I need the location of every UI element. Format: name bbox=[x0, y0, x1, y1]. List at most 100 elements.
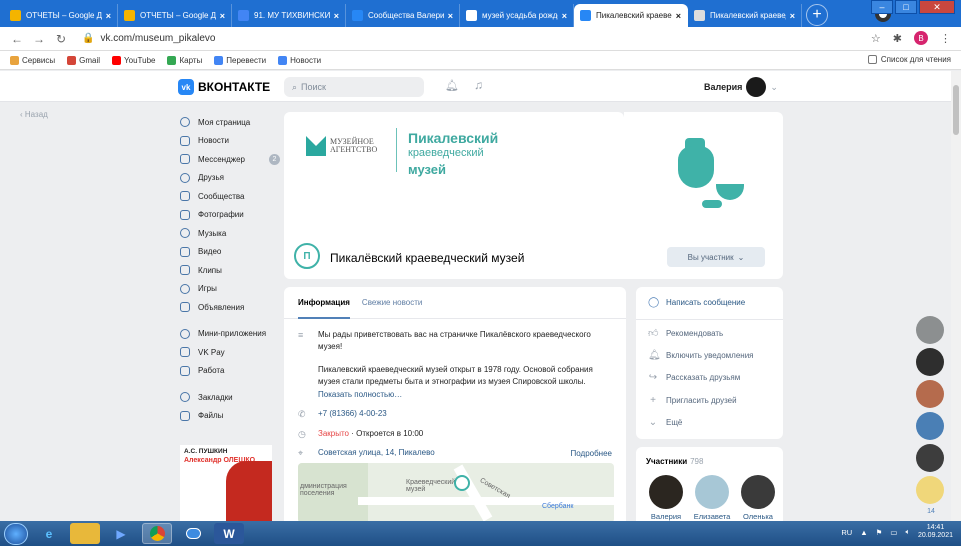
chat-avatar[interactable] bbox=[916, 348, 944, 376]
promo-banner[interactable]: А.С. ПУШКИН Александр ОЛЕШКО bbox=[180, 445, 272, 521]
chevron-down-icon: ⌄ bbox=[648, 417, 658, 428]
url-field[interactable]: 🔒 vk.com/museum_pikalevo bbox=[82, 33, 216, 44]
close-icon[interactable]: × bbox=[334, 11, 339, 21]
member-item[interactable]: Елизавета bbox=[690, 475, 734, 521]
reading-list-button[interactable]: Список для чтения bbox=[867, 55, 951, 64]
sidebar-item-apps[interactable]: Мини-приложения bbox=[180, 325, 280, 344]
bell-icon[interactable]: 🔔︎ bbox=[445, 79, 459, 92]
new-tab-button[interactable]: + bbox=[806, 4, 828, 26]
browser-tab[interactable]: ОТЧЕТЫ – Google Диск × bbox=[4, 4, 118, 27]
word-icon[interactable]: W bbox=[214, 523, 244, 544]
member-button[interactable]: Вы участник ⌄ bbox=[667, 247, 765, 267]
menu-kebab-icon[interactable]: ⋮ bbox=[940, 32, 951, 45]
maximize-button[interactable]: □ bbox=[895, 0, 917, 14]
action-share[interactable]: ↪ Рассказать друзьям bbox=[648, 372, 740, 383]
bookmark-item[interactable]: Сервисы bbox=[10, 55, 55, 65]
chat-avatar[interactable] bbox=[916, 380, 944, 408]
bookmark-item[interactable]: Перевести bbox=[214, 55, 266, 65]
bookmark-item[interactable]: Новости bbox=[278, 55, 321, 65]
tray-arrow-icon[interactable]: ▲ bbox=[860, 528, 867, 537]
group-avatar[interactable]: П bbox=[294, 243, 320, 269]
profile-avatar[interactable]: В bbox=[914, 31, 928, 45]
member-item[interactable]: Валерия bbox=[644, 475, 688, 521]
browser-tab[interactable]: музей усадьба рожде × bbox=[460, 4, 574, 27]
sidebar-item-music[interactable]: Музыка bbox=[180, 224, 280, 243]
sidebar-item-games[interactable]: Игры bbox=[180, 280, 280, 299]
page-scrollbar[interactable] bbox=[951, 71, 961, 521]
sidebar-item-star[interactable]: Закладки bbox=[180, 388, 280, 407]
volume-icon[interactable]: 🔈︎ bbox=[905, 527, 910, 537]
browser-tab[interactable]: Сообщества Валерии × bbox=[346, 4, 460, 27]
network-icon[interactable]: ▭ bbox=[890, 528, 897, 537]
tab-news[interactable]: Свежие новости bbox=[362, 298, 422, 307]
sidebar-item-message[interactable]: Мессенджер 2 bbox=[180, 150, 280, 169]
reload-icon[interactable]: ↻ bbox=[54, 32, 68, 46]
phone-link[interactable]: +7 (81366) 4-00-23 bbox=[318, 408, 387, 422]
internet-explorer-icon[interactable]: e bbox=[34, 523, 64, 544]
bookmark-item[interactable]: YouTube bbox=[112, 55, 155, 65]
sidebar-item-news[interactable]: Новости bbox=[180, 132, 280, 151]
search-input[interactable]: ⌕ Поиск bbox=[284, 77, 424, 97]
send-message-button[interactable]: ◯ Написать сообщение bbox=[648, 297, 745, 308]
browser-tab[interactable]: Пикалевский краеве × bbox=[574, 4, 688, 27]
details-link[interactable]: Подробнее bbox=[571, 449, 613, 458]
close-icon[interactable]: × bbox=[448, 11, 453, 21]
action-invite[interactable]: + Пригласить друзей bbox=[648, 395, 737, 406]
extensions-icon[interactable]: ✱ bbox=[893, 32, 902, 45]
close-window-button[interactable]: ✕ bbox=[919, 0, 955, 14]
browser-tab[interactable]: Пикалевский краевед × bbox=[688, 4, 802, 27]
members-title[interactable]: Участники 798 bbox=[646, 457, 703, 466]
forward-arrow-icon[interactable]: → bbox=[32, 32, 46, 46]
action-bell[interactable]: 🔔︎ Включить уведомления bbox=[648, 350, 754, 361]
minimize-button[interactable]: – bbox=[871, 0, 893, 14]
music-icon[interactable]: ♫ bbox=[474, 78, 483, 92]
sidebar-item-user[interactable]: Моя страница bbox=[180, 113, 280, 132]
message-icon bbox=[180, 154, 190, 165]
bookmark-item[interactable]: Карты bbox=[167, 55, 202, 65]
sidebar-item-vkpay[interactable]: VK Pay bbox=[180, 343, 280, 362]
address-link[interactable]: Советская улица, 14, Пикалево bbox=[318, 447, 435, 461]
browser-tab[interactable]: 91. МУ ТИХВИНСКИЙ × bbox=[232, 4, 346, 27]
sidebar-item-ads[interactable]: Объявления bbox=[180, 298, 280, 317]
language-indicator[interactable]: RU bbox=[841, 528, 852, 537]
file-explorer-icon[interactable] bbox=[70, 523, 100, 544]
show-more-link[interactable]: Показать полностью… bbox=[318, 389, 608, 401]
vkpay-icon bbox=[180, 347, 190, 358]
action-thumbs-up[interactable]: 👍︎ Рекомендовать bbox=[648, 327, 723, 339]
sidebar-item-work[interactable]: Работа bbox=[180, 362, 280, 381]
chat-avatar[interactable] bbox=[916, 476, 944, 504]
close-icon[interactable]: × bbox=[790, 11, 795, 21]
sidebar-item-file[interactable]: Файлы bbox=[180, 407, 280, 426]
vk-logo[interactable]: vk ВКОНТАКТЕ bbox=[178, 79, 270, 95]
action-chevron-down[interactable]: ⌄ Ещё bbox=[648, 417, 683, 428]
sidebar-item-communities[interactable]: Сообщества bbox=[180, 187, 280, 206]
user-menu[interactable]: Валерия ⌄ bbox=[704, 77, 778, 97]
start-button[interactable] bbox=[4, 522, 28, 545]
close-icon[interactable]: × bbox=[220, 11, 225, 21]
chrome-icon[interactable] bbox=[142, 523, 172, 544]
chat-avatar[interactable] bbox=[916, 316, 944, 344]
close-icon[interactable]: × bbox=[676, 11, 681, 21]
members-title-label: Участники bbox=[646, 457, 688, 466]
media-player-icon[interactable]: ▶ bbox=[106, 523, 136, 544]
flag-icon[interactable]: ⚑ bbox=[876, 528, 883, 537]
close-icon[interactable]: × bbox=[106, 11, 111, 21]
back-link[interactable]: ‹ Назад bbox=[20, 110, 48, 119]
close-icon[interactable]: × bbox=[562, 11, 567, 21]
sidebar-item-photo[interactable]: Фотографии bbox=[180, 206, 280, 225]
sidebar-item-clips[interactable]: Клипы bbox=[180, 261, 280, 280]
clock[interactable]: 14:41 20.09.2021 bbox=[918, 524, 953, 540]
scrollbar-thumb[interactable] bbox=[953, 85, 959, 135]
tab-info[interactable]: Информация bbox=[298, 287, 350, 319]
sidebar-item-video[interactable]: Видео bbox=[180, 243, 280, 262]
location-map[interactable]: дминистрация поселения Краеведческий муз… bbox=[298, 463, 614, 523]
chat-avatar[interactable] bbox=[916, 444, 944, 472]
browser-tab[interactable]: ОТЧЕТЫ – Google Диск × bbox=[118, 4, 232, 27]
bookmark-item[interactable]: Gmail bbox=[67, 55, 100, 65]
back-arrow-icon[interactable]: ← bbox=[10, 32, 24, 46]
member-item[interactable]: Оленька bbox=[736, 475, 780, 521]
sidebar-item-friends[interactable]: Друзья bbox=[180, 169, 280, 188]
chat-avatar[interactable] bbox=[916, 412, 944, 440]
messenger-icon[interactable] bbox=[178, 523, 208, 544]
bookmark-star-icon[interactable]: ☆ bbox=[871, 32, 881, 45]
